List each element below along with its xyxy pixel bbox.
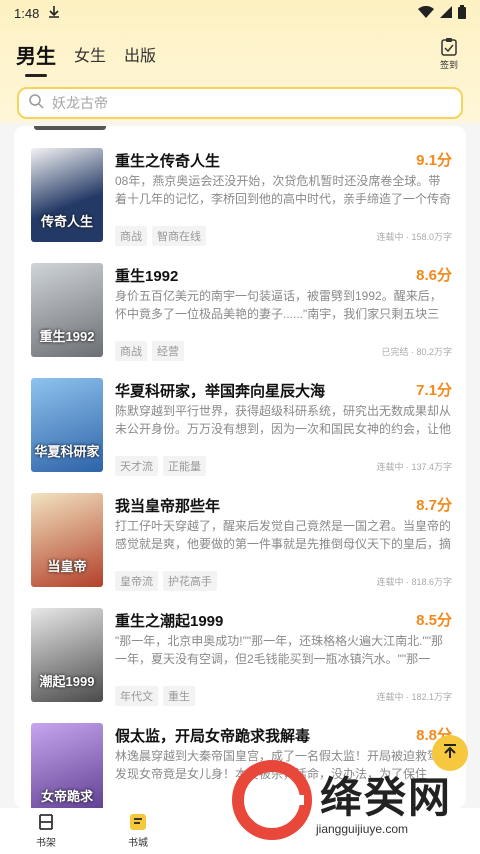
book-score: 9.1分: [416, 152, 452, 169]
nav-bookstore[interactable]: 书城: [92, 813, 184, 849]
book-item[interactable]: 当皇帝 我当皇帝那些年 8.7分 打工仔叶天穿越了，醒来后发觉自己竟然是一国之君…: [14, 471, 466, 591]
book-item[interactable]: 华夏科研家 华夏科研家，举国奔向星辰大海 7.1分 陈默穿越到平行世界，获得超级…: [14, 356, 466, 476]
status-time: 1:48: [14, 5, 40, 21]
nav-label: 书架: [36, 838, 56, 849]
tab-male[interactable]: 男生: [16, 40, 56, 69]
checkin-button[interactable]: 签到: [440, 38, 458, 71]
download-icon: [49, 5, 60, 21]
cover-title: 女帝跪求: [40, 789, 93, 804]
book-description: 身价五百亿美元的南宇一句装逼话，被雷劈到1992。醒来后，怀中竟多了一位极品美艳…: [115, 289, 442, 321]
book-cover: 传奇人生: [31, 148, 103, 242]
tab-publish[interactable]: 出版: [124, 42, 156, 66]
book-item[interactable]: 重生1992 重生1992 8.6分 身价五百亿美元的南宇一句装逼话，被雷劈到1…: [14, 241, 466, 361]
nav-bookshelf[interactable]: 书架: [0, 813, 92, 849]
nav-label: 书城: [128, 838, 148, 849]
checkin-label: 签到: [439, 60, 458, 70]
cover-title: 潮起1999: [39, 674, 95, 689]
book-score: 8.7分: [416, 497, 452, 514]
watermark: 绛癸网 jiangguijiuye.com: [232, 760, 472, 850]
app-screen: 1:48 男生 女生 出版 签到 妖龙古帝 传奇人生 重生之传奇人生 9.1分 …: [0, 0, 480, 854]
bookshelf-icon: [37, 813, 55, 834]
book-description: "那一年，北京申奥成功!""那一年，还珠格格火遍大江南北.""那一年，夏天没有空…: [115, 634, 443, 666]
book-score: 8.5分: [416, 612, 452, 629]
clipboard-check-icon: [441, 38, 457, 58]
book-score: 8.6分: [416, 267, 452, 284]
book-cover: 潮起1999: [31, 608, 103, 702]
book-cover: 华夏科研家: [31, 378, 103, 472]
search-input[interactable]: 妖龙古帝: [17, 87, 463, 119]
status-bar: 1:48: [0, 0, 480, 26]
category-header: 男生 女生 出版 签到: [0, 26, 480, 82]
book-description: 08年，燕京奥运会还没开始，次贷危机暂时还没席卷全球。带着十几年的记忆，李桥回到…: [115, 174, 451, 206]
book-description: 打工仔叶天穿越了，醒来后发觉自己竟然是一国之君。当皇帝的感觉就是爽，他要做的第一…: [115, 519, 451, 551]
tab-female[interactable]: 女生: [74, 42, 106, 66]
cover-title: 当皇帝: [47, 559, 87, 574]
bookstore-icon: [129, 813, 147, 834]
book-score: 7.1分: [416, 382, 452, 399]
book-description: 陈默穿越到平行世界，获得超级科研系统，研究出无数成果却从未公开身份。万万没有想到…: [115, 404, 451, 436]
watermark-text: 绛癸网: [320, 774, 453, 821]
search-icon: [29, 94, 52, 112]
book-item[interactable]: 传奇人生 重生之传奇人生 9.1分 08年，燕京奥运会还没开始，次贷危机暂时还没…: [14, 126, 466, 246]
book-item[interactable]: 潮起1999 重生之潮起1999 8.5分 "那一年，北京申奥成功!""那一年，…: [14, 586, 466, 706]
book-title: 假太监，开局女帝跪求我解毒: [115, 728, 311, 745]
book-list[interactable]: 传奇人生 重生之传奇人生 9.1分 08年，燕京奥运会还没开始，次贷危机暂时还没…: [14, 126, 466, 808]
wifi-icon: [418, 5, 434, 21]
book-cover: 女帝跪求: [31, 723, 103, 808]
book-title: 重生1992: [115, 268, 179, 285]
book-title: 华夏科研家，举国奔向星辰大海: [115, 383, 326, 400]
book-title: 重生之潮起1999: [115, 613, 224, 630]
watermark-url: jiangguijiuye.com: [316, 822, 409, 836]
cover-title: 传奇人生: [40, 214, 93, 229]
book-cover: 重生1992: [31, 263, 103, 357]
book-title: 我当皇帝那些年: [115, 498, 221, 515]
book-title: 重生之传奇人生: [115, 153, 221, 170]
watermark-logo-icon: [232, 760, 312, 840]
battery-icon: [458, 4, 466, 22]
signal-icon: [440, 5, 452, 21]
book-cover: 当皇帝: [31, 493, 103, 587]
search-placeholder: 妖龙古帝: [52, 95, 108, 111]
cover-title: 重生1992: [39, 329, 95, 344]
cover-title: 华夏科研家: [34, 444, 100, 459]
